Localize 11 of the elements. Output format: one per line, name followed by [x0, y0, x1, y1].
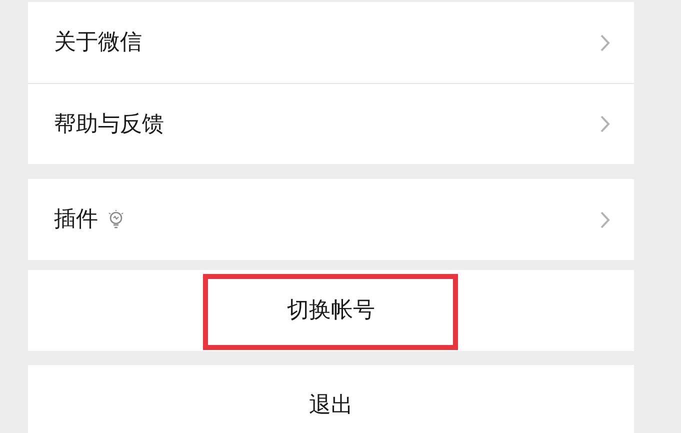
row-label: 帮助与反馈 — [54, 110, 164, 138]
row-label: 关于微信 — [54, 29, 142, 57]
settings-row[interactable]: 关于微信 — [28, 2, 634, 83]
row-label: 插件 — [54, 206, 98, 234]
chevron-right-icon — [600, 34, 610, 52]
action-button[interactable]: 退出 — [28, 365, 634, 433]
action-button[interactable]: 切换帐号 — [28, 270, 634, 351]
chevron-right-icon — [600, 210, 610, 228]
settings-row[interactable]: 插件 — [28, 179, 634, 260]
chevron-right-icon — [600, 115, 610, 133]
settings-row[interactable]: 帮助与反馈 — [28, 83, 634, 164]
